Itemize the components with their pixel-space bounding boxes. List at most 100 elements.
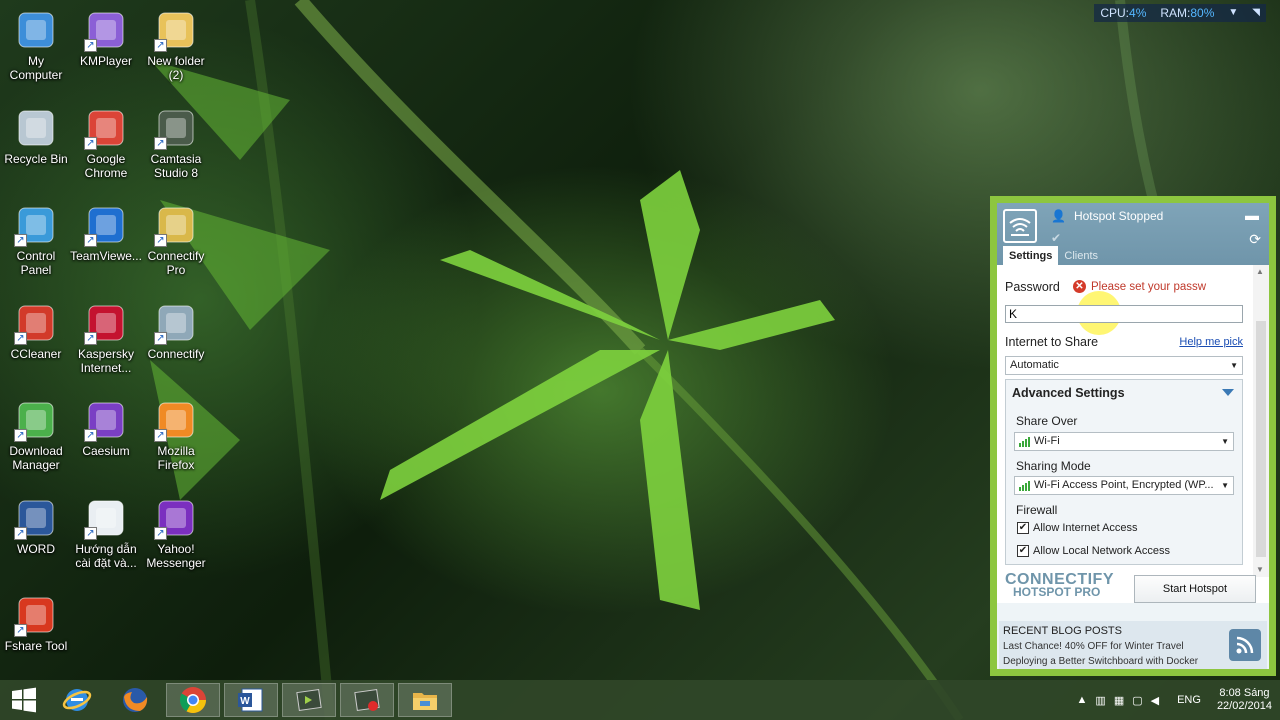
shortcut-arrow-icon: ↗ — [84, 526, 97, 540]
shortcut-arrow-icon: ↗ — [84, 136, 97, 150]
speaker-icon[interactable]: ◀ — [1151, 694, 1159, 707]
kmplayer-icon: ↗ — [84, 8, 128, 52]
shortcut-arrow-icon: ↗ — [14, 429, 27, 442]
desktop-shortcut-label: Download Manager — [9, 444, 63, 472]
taskbar-file-explorer[interactable] — [398, 683, 452, 717]
start-icon — [12, 687, 36, 713]
desktop-shortcut-label: CCleaner — [10, 346, 62, 361]
clock[interactable]: 8:08 Sáng 22/02/2014 — [1217, 687, 1272, 713]
rss-icon[interactable] — [1229, 629, 1261, 661]
connectify-hotspot-window: 👤 Hotspot Stopped ✔ ▬ ⟳ Settings Clients… — [990, 196, 1276, 676]
desktop-shortcut[interactable]: ↗ Kaspersky Internet... — [70, 301, 142, 375]
desktop-shortcut-label: Kaspersky Internet... — [77, 346, 135, 375]
system-tray: ▲ ▥ ▦ ▢ ◀ ENG 8:08 Sáng 22/02/2014 — [1073, 680, 1280, 720]
chrome-icon: ↗ — [84, 106, 128, 150]
desktop-shortcut[interactable]: ↗ New folder (2) — [140, 8, 212, 82]
shortcut-arrow-icon: ↗ — [154, 136, 167, 150]
desktop-shortcut[interactable]: ↗ Caesium — [70, 398, 142, 458]
teamviewer-icon: ↗ — [84, 203, 128, 247]
language-indicator[interactable]: ENG — [1177, 694, 1201, 706]
desktop-shortcut-label: Connectify Pro — [147, 249, 205, 277]
taskbar-word[interactable]: W — [224, 683, 278, 717]
svg-text:W: W — [240, 696, 250, 707]
minimize-button[interactable]: ▬ — [1245, 207, 1259, 223]
desktop-shortcut-label: TeamViewe... — [70, 249, 142, 263]
desktop-shortcut[interactable]: Recycle Bin — [0, 106, 72, 166]
desktop-shortcut[interactable]: ↗ KMPlayer — [70, 8, 142, 68]
desktop-shortcut-label: Recycle Bin — [4, 151, 68, 166]
taskbar-camtasia-recorder[interactable] — [340, 683, 394, 717]
connectify-logo-icon — [1003, 209, 1037, 243]
desktop-shortcut-label: WORD — [17, 541, 55, 556]
system-monitor-widget: CPU:4% RAM:80% ▼ ◥ — [1094, 4, 1266, 22]
desktop-shortcut[interactable]: ↗ Control Panel — [0, 203, 72, 277]
internet-explorer-icon — [62, 689, 92, 711]
start-button[interactable] — [0, 683, 48, 717]
check-icon: ✔ — [1051, 231, 1062, 245]
chrome-icon — [179, 687, 207, 714]
desktop-shortcut[interactable]: ↗ CCleaner — [0, 301, 72, 361]
desktop-shortcut-label: Yahoo! Messenger — [146, 541, 206, 570]
shortcut-arrow-icon: ↗ — [14, 234, 27, 247]
caesium-icon: ↗ — [84, 398, 128, 442]
desktop-shortcut[interactable]: ↗ Connectify Pro — [140, 203, 212, 277]
desktop-shortcut[interactable]: ↗ Download Manager — [0, 398, 72, 472]
tab-settings[interactable]: Settings — [1003, 246, 1059, 265]
kaspersky-icon: ↗ — [84, 301, 128, 345]
folder-icon: ↗ — [154, 8, 198, 52]
desktop-shortcut-label: New folder (2) — [147, 54, 205, 82]
taskbar-camtasia[interactable] — [282, 683, 336, 717]
desktop-shortcut[interactable]: ↗ Mozilla Firefox — [140, 398, 212, 472]
ccleaner-icon: ↗ — [14, 301, 58, 345]
shortcut-arrow-icon: ↗ — [84, 429, 97, 442]
connectify-brand: CONNECTIFY HOTSPOT PRO — [1005, 571, 1114, 599]
tab-clients[interactable]: Clients — [1058, 246, 1104, 265]
desktop-shortcut[interactable]: ↗ Hướng dẫn cài đặt và... — [70, 496, 142, 570]
desktop-shortcut[interactable]: My Computer — [0, 8, 72, 82]
desktop-shortcut-label: Google Chrome — [84, 151, 128, 180]
blog-title: RECENT BLOG POSTS — [1003, 625, 1122, 637]
firefox-icon: ↗ — [154, 398, 198, 442]
dropdown-arrow-icon[interactable]: ▼ — [1228, 4, 1238, 22]
desktop-shortcut-label: Fshare Tool — [4, 639, 68, 653]
connectify-icon: ↗ — [154, 301, 198, 345]
desktop-shortcut[interactable]: ↗ Yahoo! Messenger — [140, 496, 212, 570]
yahoo-messenger-icon: ↗ — [154, 496, 198, 540]
desktop-shortcut[interactable]: ↗ Google Chrome — [70, 106, 142, 180]
connectify-pro-icon: ↗ — [154, 203, 198, 247]
desktop-shortcut[interactable]: ↗ WORD — [0, 496, 72, 556]
shortcut-arrow-icon: ↗ — [154, 234, 167, 247]
document-icon: ↗ — [84, 496, 128, 540]
shortcut-arrow-icon: ↗ — [84, 39, 97, 52]
file-explorer-icon — [413, 693, 437, 710]
desktop-shortcut-label: Connectify — [147, 346, 205, 361]
tray-network-icon[interactable]: ▦ — [1114, 694, 1124, 707]
cpu-readout: CPU:4% — [1100, 6, 1147, 20]
shortcut-arrow-icon: ↗ — [14, 624, 27, 637]
tray-app-icon[interactable]: ▥ — [1095, 694, 1105, 707]
shortcut-arrow-icon: ↗ — [154, 331, 167, 345]
recent-blog-posts: RECENT BLOG POSTS Last Chance! 40% OFF f… — [999, 621, 1267, 669]
desktop-shortcut-label: Control Panel — [16, 249, 56, 277]
taskbar-firefox[interactable] — [108, 683, 162, 717]
desktop-shortcut[interactable]: ↗ Fshare Tool — [0, 593, 72, 653]
start-hotspot-button[interactable]: Start Hotspot — [1134, 575, 1256, 603]
shortcut-arrow-icon: ↗ — [84, 234, 97, 247]
desktop-shortcut[interactable]: ↗ Camtasia Studio 8 — [140, 106, 212, 180]
desktop-shortcut[interactable]: ↗ TeamViewe... — [70, 203, 142, 263]
desktop-shortcut[interactable]: ↗ Connectify — [140, 301, 212, 361]
blog-post-link[interactable]: Last Chance! 40% OFF for Winter Travel — [1003, 641, 1184, 652]
show-hidden-icons-icon[interactable]: ▲ — [1077, 694, 1088, 706]
user-icon: 👤 — [1051, 209, 1066, 223]
taskbar-internet-explorer[interactable] — [50, 683, 104, 717]
shortcut-arrow-icon: ↗ — [154, 429, 167, 442]
refresh-icon[interactable]: ⟳ — [1249, 231, 1261, 248]
blog-post-link[interactable]: Deploying a Better Switchboard with Dock… — [1003, 656, 1198, 667]
taskbar: W ▲ ▥ ▦ ▢ ◀ ENG 8:08 Sáng 22/02/2014 — [0, 680, 1280, 720]
tray-chat-icon[interactable]: ▢ — [1132, 694, 1142, 707]
expand-arrow-icon[interactable]: ◥ — [1252, 4, 1260, 22]
camtasia-recorder-icon — [354, 688, 380, 712]
shortcut-arrow-icon: ↗ — [154, 526, 167, 540]
taskbar-chrome[interactable] — [166, 683, 220, 717]
word-icon: ↗ — [14, 496, 58, 540]
